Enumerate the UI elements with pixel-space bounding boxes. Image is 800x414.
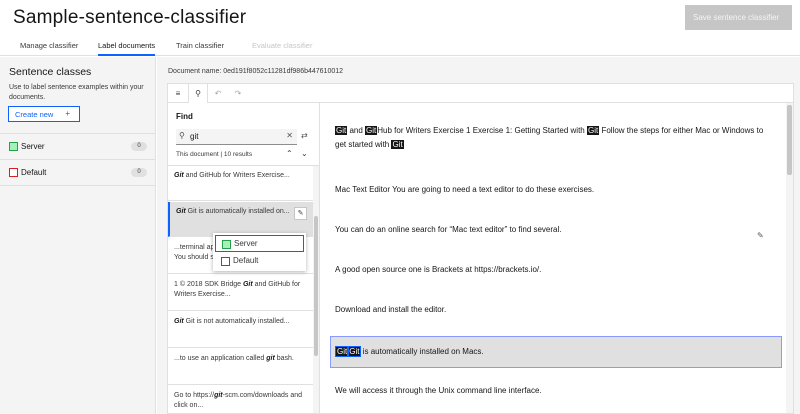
sentence-classes-sidebar: Sentence classes Use to label sentence e… [0, 57, 156, 414]
result-text: Git is not automatically installed... [183, 318, 290, 325]
redo-icon[interactable]: ↷ [228, 84, 248, 103]
divider [0, 185, 156, 186]
popup-option-label: Server [234, 239, 258, 248]
search-highlight: Git [365, 126, 378, 135]
find-result-item[interactable]: Git and GitHub for Writers Exercise... [168, 166, 313, 201]
create-new-label: Create new [15, 109, 54, 119]
tab-train-classifier[interactable]: Train classifier [176, 41, 224, 56]
tab-label-documents[interactable]: Label documents [98, 41, 156, 56]
sentence[interactable]: We will access it through the Unix comma… [335, 384, 775, 398]
results-scrollbar[interactable] [313, 166, 319, 413]
tab-manage-classifier[interactable]: Manage classifier [20, 41, 78, 56]
sentence-text: is automatically installed on Macs. [360, 347, 484, 356]
sentence-text: Hub for Writers Exercise 1 Exercise 1: G… [377, 126, 587, 135]
class-label: Server [21, 142, 45, 151]
search-highlight: Git [335, 126, 348, 135]
document-name: Document name: 0ed191f8052c11281df986b44… [168, 68, 344, 75]
scrollbar-thumb[interactable] [787, 105, 792, 175]
sentence[interactable]: A good open source one is Brackets at ht… [335, 263, 775, 277]
result-match: git [214, 392, 223, 399]
list-icon[interactable]: ≡ [168, 84, 188, 103]
find-result-item[interactable]: Go to https://git-scm.com/downloads and … [168, 386, 313, 413]
main-tabs: Manage classifier Label documents Train … [0, 38, 800, 56]
class-color-swatch [9, 142, 18, 151]
search-highlight: Git [586, 126, 600, 135]
search-highlight: Git [334, 346, 350, 357]
class-item-default[interactable]: Default 0 [0, 160, 156, 186]
result-match: Git [174, 172, 184, 179]
class-item-server[interactable]: Server 0 [0, 134, 156, 160]
chevron-down-icon[interactable]: ⌄ [301, 149, 308, 158]
document-content: Git and GitHub for Writers Exercise 1 Ex… [321, 103, 793, 413]
popup-option-default[interactable]: Default [215, 253, 304, 270]
class-count-badge: 0 [131, 142, 147, 151]
chevron-up-icon[interactable]: ⌃ [286, 149, 293, 158]
document-panel: ≡ ⚲ ↶ ↷ Find ⚲ ✕ ⇄ This document | 10 re… [167, 83, 794, 414]
search-highlight: Git [347, 346, 362, 357]
filter-options-icon[interactable]: ⇄ [301, 131, 308, 140]
result-text: Git is automatically installed on... [185, 208, 290, 215]
sentence[interactable]: Mac Text Editor You are going to need a … [335, 183, 775, 197]
find-result-item[interactable]: 1 © 2018 SDK Bridge Git and GitHub for W… [168, 275, 313, 311]
sidebar-title: Sentence classes [9, 66, 92, 78]
result-text: ...to use an application called [174, 355, 267, 362]
search-icon[interactable]: ⚲ [188, 84, 208, 104]
find-title: Find [176, 112, 193, 121]
sidebar-description: Use to label sentence examples within yo… [9, 84, 144, 101]
label-tag-icon[interactable]: ✎ [757, 231, 764, 240]
undo-icon[interactable]: ↶ [208, 84, 228, 103]
scrollbar-thumb[interactable] [314, 216, 318, 356]
result-text: bash. [274, 355, 294, 362]
sentence[interactable]: Download and install the editor. [335, 303, 775, 317]
find-pane: Find ⚲ ✕ ⇄ This document | 10 results ⌃ … [168, 103, 320, 413]
class-select-popup: Server Default [213, 233, 306, 271]
find-search-box: ⚲ ✕ [176, 129, 297, 145]
result-match: Git [176, 208, 186, 215]
find-result-item[interactable]: Git Git is not automatically installed..… [168, 312, 313, 348]
class-color-swatch [9, 168, 18, 177]
document-scrollbar[interactable] [786, 103, 793, 413]
find-result-item-selected[interactable]: Git Git is automatically installed on...… [168, 202, 313, 237]
class-color-swatch [221, 257, 230, 266]
panel-toolbar: ≡ ⚲ ↶ ↷ [168, 84, 793, 104]
result-text: and GitHub for Writers Exercise... [183, 172, 290, 179]
create-new-button[interactable]: Create new + [8, 106, 80, 122]
save-classifier-button[interactable]: Save sentence classifier [685, 5, 792, 30]
find-results-count: This document | 10 results [176, 151, 253, 158]
search-icon: ⚲ [179, 131, 185, 140]
result-match: Git [242, 281, 253, 288]
tab-evaluate-classifier: Evaluate classifier [252, 41, 313, 50]
search-highlight: Git [391, 140, 404, 149]
sentence[interactable]: Git and GitHub for Writers Exercise 1 Ex… [335, 124, 775, 152]
class-label: Default [21, 168, 47, 177]
result-match: Git [174, 318, 184, 325]
result-text: Go to https:// [174, 392, 215, 399]
find-result-item[interactable]: ...to use an application called git bash… [168, 349, 313, 385]
sentence-selected[interactable]: Git Git is automatically installed on Mac… [330, 336, 782, 368]
class-color-swatch [222, 240, 231, 249]
sentence-text: and [347, 126, 366, 135]
find-input[interactable] [190, 130, 280, 143]
class-count-badge: 0 [131, 168, 147, 177]
popup-option-server[interactable]: Server [215, 235, 304, 252]
main-area: Document name: 0ed191f8052c11281df986b44… [157, 57, 800, 414]
result-match: git [266, 355, 275, 362]
sentence[interactable]: You can do an online search for “Mac tex… [335, 223, 775, 237]
plus-icon: + [65, 109, 70, 118]
result-text: 1 © 2018 SDK Bridge [174, 281, 243, 288]
result-text: ...terminal ap [174, 244, 215, 251]
title-bar: Sample-sentence-classifier Save sentence… [0, 0, 800, 38]
label-tag-icon[interactable]: ✎ [294, 207, 307, 220]
close-icon[interactable]: ✕ [286, 131, 293, 140]
popup-option-label: Default [233, 256, 259, 265]
app-title: Sample-sentence-classifier [13, 7, 247, 28]
find-results-list: Git and GitHub for Writers Exercise... G… [168, 166, 313, 413]
